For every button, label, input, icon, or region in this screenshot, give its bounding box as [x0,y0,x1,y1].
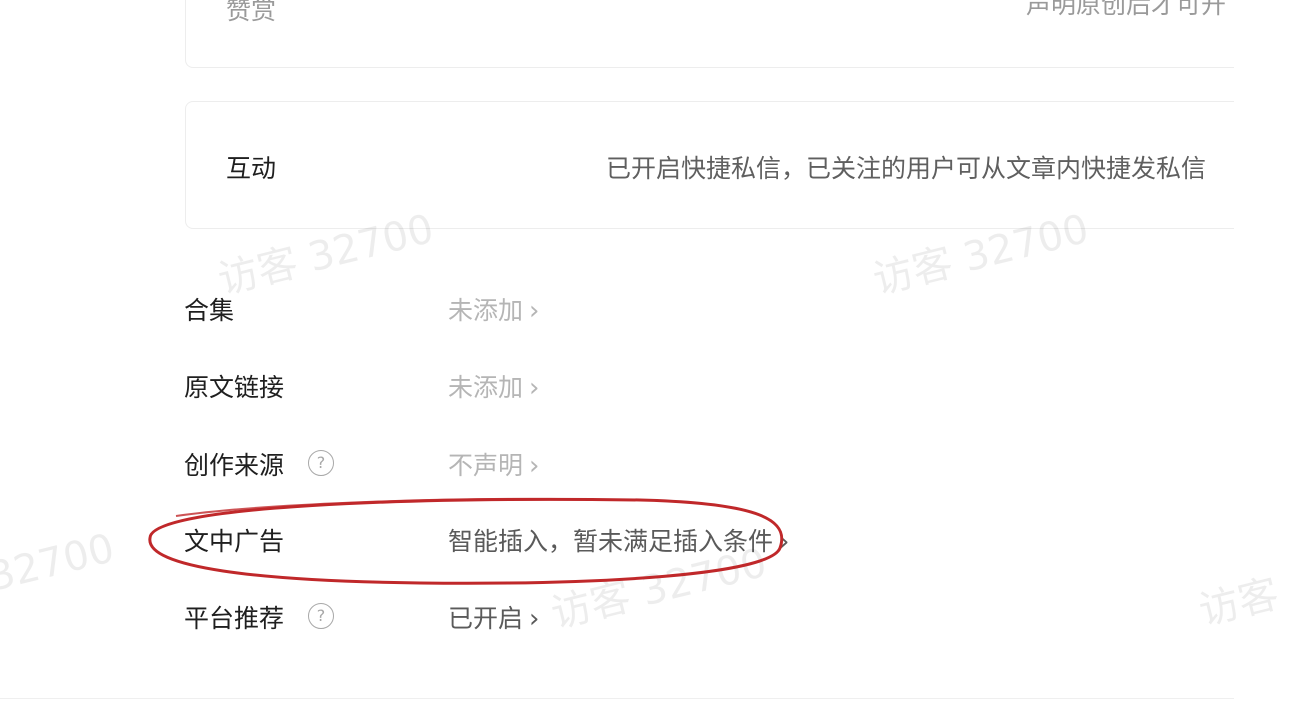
setting-value-collection[interactable]: 未添加 › [448,291,539,327]
right-edge-mask [1234,0,1290,710]
setting-value-platform-recommend[interactable]: 已开启 › [448,599,539,635]
setting-label-creation-source: 创作来源 [184,451,285,480]
chevron-right-icon: › [529,604,540,634]
setting-label-collection: 合集 [184,296,235,325]
reward-label: 赞赏 [226,0,277,25]
setting-value-text: 未添加 [448,296,524,325]
help-circle-icon[interactable]: ? [308,603,334,629]
chevron-right-icon: › [529,296,540,326]
settings-page: 赞赏 声明原创后才可开 互动 已开启快捷私信，已关注的用户可从文章内快捷发私信 … [0,0,1290,710]
setting-label-platform-recommend: 平台推荐 [184,604,285,633]
divider [0,698,1234,699]
setting-label-original-link: 原文链接 [184,373,285,402]
interaction-label: 互动 [226,154,277,183]
reward-value: 声明原创后才可开 [1026,0,1227,19]
interaction-value: 已开启快捷私信，已关注的用户可从文章内快捷发私信 [606,154,1207,183]
setting-value-original-link[interactable]: 未添加 › [448,368,539,404]
setting-value-text: 不声明 [448,451,524,480]
setting-value-in-article-ads[interactable]: 智能插入，暂未满足插入条件 › [448,522,789,558]
chevron-right-icon: › [529,451,540,481]
setting-label-in-article-ads: 文中广告 [184,527,285,556]
setting-value-creation-source[interactable]: 不声明 › [448,446,539,482]
interaction-card[interactable]: 互动 已开启快捷私信，已关注的用户可从文章内快捷发私信 [185,101,1255,229]
chevron-right-icon: › [529,373,540,403]
reward-card[interactable]: 赞赏 声明原创后才可开 [185,0,1255,68]
setting-value-text: 已开启 [448,604,524,633]
setting-value-text: 智能插入，暂未满足插入条件 [448,527,774,556]
help-circle-icon[interactable]: ? [308,450,334,476]
chevron-right-icon: › [779,527,790,557]
watermark: 32700 [0,525,119,601]
setting-value-text: 未添加 [448,373,524,402]
